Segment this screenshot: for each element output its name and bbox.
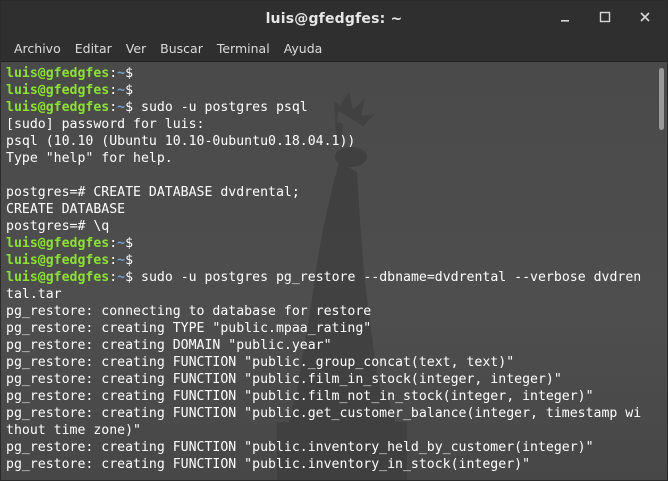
terminal-line: luis@gfedgfes:~$	[6, 252, 653, 269]
output-text: pg_restore: creating DOMAIN "public.year…	[6, 338, 332, 353]
menu-editar[interactable]: Editar	[68, 38, 119, 60]
prompt-separator: :	[109, 236, 118, 251]
output-text: thout time zone)"	[6, 423, 141, 438]
terminal-line: pg_restore: creating FUNCTION "public.in…	[6, 456, 653, 473]
terminal-view[interactable]: luis@gfedgfes:~$ luis@gfedgfes:~$ luis@gfe…	[1, 62, 667, 480]
menu-archivo[interactable]: Archivo	[7, 38, 68, 60]
terminal-line: pg_restore: creating FUNCTION "public.in…	[6, 439, 653, 456]
terminal-line: thout time zone)"	[6, 422, 653, 439]
terminal-line: psql (10.10 (Ubuntu 10.10-0ubuntu0.18.04…	[6, 133, 653, 150]
terminal-window: luis@gfedgfes: ~ Archivo Editar Ver Busc…	[0, 0, 668, 481]
terminal-line: tal.tar	[6, 286, 653, 303]
output-text: pg_restore: creating FUNCTION "public.in…	[6, 440, 594, 455]
prompt-dollar: $	[125, 83, 134, 98]
terminal-line: postgres=# \q	[6, 218, 653, 235]
output-text: CREATE DATABASE	[6, 202, 126, 217]
output-text: pg_restore: creating FUNCTION "public.in…	[6, 457, 531, 472]
output-text: [sudo] password for luis:	[6, 117, 205, 132]
terminal-line: luis@gfedgfes:~$ sudo -u postgres pg_res…	[6, 269, 653, 286]
terminal-line: postgres=# CREATE DATABASE dvdrental;	[6, 184, 653, 201]
terminal-line: luis@gfedgfes:~$	[6, 235, 653, 252]
output-text: pg_restore: creating TYPE "public.mpaa_r…	[6, 321, 372, 336]
terminal-output: luis@gfedgfes:~$ luis@gfedgfes:~$ luis@gfe…	[6, 65, 653, 473]
prompt-separator: :	[109, 253, 118, 268]
title-bar[interactable]: luis@gfedgfes: ~	[1, 1, 667, 37]
output-text: pg_restore: creating FUNCTION "public.fi…	[6, 372, 562, 387]
prompt-user: luis@gfedgfes	[6, 253, 110, 268]
output-text: pg_restore: creating FUNCTION "public.fi…	[6, 389, 594, 404]
terminal-line: pg_restore: creating TYPE "public.mpaa_r…	[6, 320, 653, 337]
output-text: pg_restore: creating FUNCTION "public._g…	[6, 355, 515, 370]
menu-buscar[interactable]: Buscar	[153, 38, 210, 60]
menu-bar: Archivo Editar Ver Buscar Terminal Ayuda	[1, 37, 667, 62]
prompt-separator: :	[109, 270, 118, 285]
prompt-user: luis@gfedgfes	[6, 270, 110, 285]
prompt-separator: :	[109, 66, 118, 81]
terminal-line: pg_restore: connecting to database for r…	[6, 303, 653, 320]
minimize-icon[interactable]	[557, 9, 573, 25]
terminal-line: [sudo] password for luis:	[6, 116, 653, 133]
output-text: Type "help" for help.	[6, 151, 173, 166]
terminal-line: pg_restore: creating FUNCTION "public.fi…	[6, 371, 653, 388]
prompt-path: ~	[117, 66, 126, 81]
terminal-line: pg_restore: creating FUNCTION "public._g…	[6, 354, 653, 371]
terminal-line: luis@gfedgfes:~$ sudo -u postgres psql	[6, 99, 653, 116]
terminal-line: luis@gfedgfes:~$	[6, 82, 653, 99]
menu-ver[interactable]: Ver	[119, 38, 153, 60]
terminal-line: pg_restore: creating FUNCTION "public.ge…	[6, 405, 653, 422]
prompt-dollar: $	[125, 270, 134, 285]
terminal-line: pg_restore: creating DOMAIN "public.year…	[6, 337, 653, 354]
prompt-user: luis@gfedgfes	[6, 66, 110, 81]
close-icon[interactable]	[637, 9, 653, 25]
prompt-dollar: $	[125, 100, 134, 115]
menu-terminal[interactable]: Terminal	[210, 38, 277, 60]
prompt-user: luis@gfedgfes	[6, 100, 110, 115]
prompt-dollar: $	[125, 253, 134, 268]
prompt-dollar: $	[125, 66, 134, 81]
terminal-line: pg_restore: creating FUNCTION "public.fi…	[6, 388, 653, 405]
prompt-user: luis@gfedgfes	[6, 236, 110, 251]
prompt-path: ~	[117, 253, 126, 268]
output-text: pg_restore: creating FUNCTION "public.ge…	[6, 406, 642, 421]
output-text: pg_restore: connecting to database for r…	[6, 304, 372, 319]
output-text: postgres=# CREATE DATABASE dvdrental;	[6, 185, 300, 200]
window-controls	[557, 9, 653, 25]
prompt-command: sudo -u postgres psql	[133, 100, 308, 115]
menu-ayuda[interactable]: Ayuda	[277, 38, 330, 60]
prompt-separator: :	[109, 83, 118, 98]
prompt-command: sudo -u postgres pg_restore --dbname=dvd…	[133, 270, 642, 285]
prompt-path: ~	[117, 83, 126, 98]
prompt-separator: :	[109, 100, 118, 115]
terminal-line: CREATE DATABASE	[6, 201, 653, 218]
prompt-dollar: $	[125, 236, 134, 251]
scrollbar-thumb[interactable]	[659, 68, 664, 130]
maximize-icon[interactable]	[597, 9, 613, 25]
output-text: postgres=# \q	[6, 219, 110, 234]
window-title: luis@gfedgfes: ~	[265, 11, 403, 27]
prompt-path: ~	[117, 270, 126, 285]
output-text: psql (10.10 (Ubuntu 10.10-0ubuntu0.18.04…	[6, 134, 356, 149]
terminal-line: Type "help" for help.	[6, 150, 653, 167]
output-text: tal.tar	[6, 287, 62, 302]
prompt-path: ~	[117, 100, 126, 115]
prompt-path: ~	[117, 236, 126, 251]
scrollbar[interactable]	[655, 62, 667, 480]
prompt-user: luis@gfedgfes	[6, 83, 110, 98]
terminal-line: luis@gfedgfes:~$	[6, 65, 653, 82]
